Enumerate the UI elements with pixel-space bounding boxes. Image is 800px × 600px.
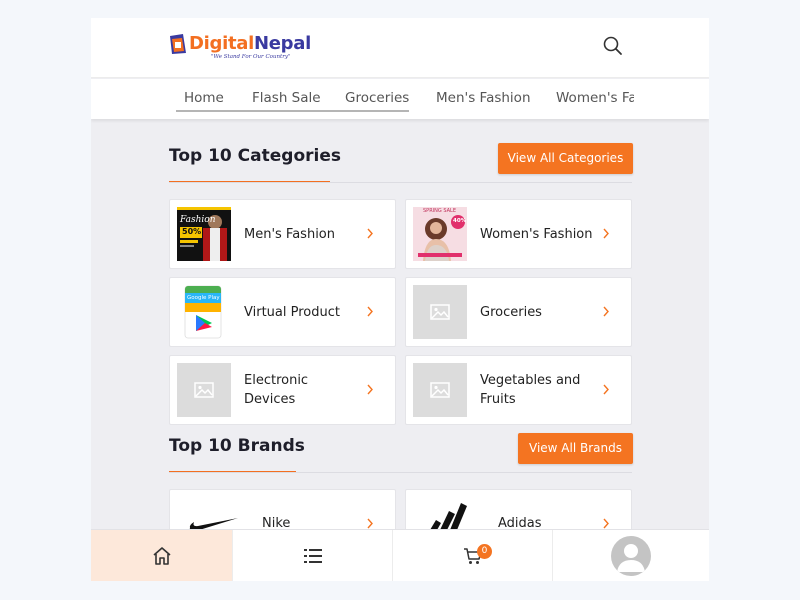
womens-fashion-thumb-discount: 40%	[453, 218, 467, 224]
category-nav: Home Flash Sale Groceries Men's Fashion …	[91, 79, 709, 119]
category-label: Women's Fashion	[480, 226, 593, 242]
bottom-nav-home[interactable]	[91, 530, 233, 581]
electronic-devices-thumbnail	[177, 363, 231, 417]
logo-tagline: "We Stand For Our Country"	[211, 54, 291, 60]
chevron-right-icon	[603, 384, 609, 395]
image-placeholder-icon	[430, 382, 450, 398]
home-icon	[152, 547, 171, 565]
list-icon	[303, 549, 322, 563]
nav-item-womens-fashion[interactable]: Women's Fashion	[556, 90, 634, 106]
category-card-groceries[interactable]: Groceries	[405, 277, 632, 347]
category-card-mens-fashion[interactable]: Fashion 50% Men's Fashion	[169, 199, 396, 269]
category-label: Electronic Devices	[244, 373, 309, 407]
groceries-thumbnail	[413, 285, 467, 339]
bottom-nav-categories[interactable]	[233, 530, 393, 581]
view-all-categories-button[interactable]: View All Categories	[498, 143, 633, 174]
chevron-right-icon	[603, 228, 609, 239]
logo-word-nepal: Nepal	[254, 33, 311, 54]
category-nav-items: Home Flash Sale Groceries Men's Fashion …	[91, 79, 634, 119]
mens-fashion-thumb-discount: 50%	[182, 227, 202, 236]
nav-scroll-indicator[interactable]	[176, 110, 409, 112]
user-icon	[617, 544, 645, 572]
bottom-nav: 0	[91, 529, 709, 581]
image-placeholder-icon	[194, 382, 214, 398]
bottom-nav-cart[interactable]: 0	[393, 530, 553, 581]
categories-divider	[169, 182, 632, 183]
mens-fashion-thumbnail: Fashion 50%	[177, 207, 231, 261]
vegetables-fruits-thumbnail	[413, 363, 467, 417]
bottom-nav-account[interactable]	[553, 530, 709, 581]
category-label: Virtual Product	[244, 304, 340, 320]
nav-item-mens-fashion[interactable]: Men's Fashion	[436, 90, 531, 106]
category-label: Groceries	[480, 304, 542, 320]
google-play-thumb-label: Google Play	[187, 295, 220, 301]
mens-fashion-thumb-title: Fashion	[180, 215, 216, 225]
search-button[interactable]	[601, 34, 625, 58]
chevron-right-icon	[367, 228, 373, 239]
app-frame: DigitalNepal "We Stand For Our Country" …	[91, 18, 709, 581]
header: DigitalNepal "We Stand For Our Country"	[91, 18, 709, 78]
category-card-womens-fashion[interactable]: SPRING SALE 40% Women's Fashion	[405, 199, 632, 269]
chevron-right-icon	[603, 306, 609, 317]
image-placeholder-icon	[430, 304, 450, 320]
brands-divider	[169, 472, 632, 473]
category-card-vegetables-fruits[interactable]: Vegetables and Fruits	[405, 355, 632, 425]
brands-title: Top 10 Brands	[169, 436, 305, 456]
category-label: Men's Fashion	[244, 226, 335, 242]
logo-wordmark: DigitalNepal	[189, 33, 311, 54]
category-card-electronic-devices[interactable]: Electronic Devices	[169, 355, 396, 425]
nav-item-groceries[interactable]: Groceries	[345, 90, 409, 106]
category-label: Vegetables and Fruits	[480, 373, 581, 407]
adidas-logo	[430, 503, 467, 530]
nav-item-home[interactable]: Home	[184, 90, 224, 106]
categories-title: Top 10 Categories	[169, 146, 341, 166]
avatar	[611, 536, 651, 576]
womens-fashion-thumb-banner: SPRING SALE	[423, 208, 456, 214]
logo-mark-icon	[170, 34, 186, 54]
logo-word-digital: Digital	[189, 33, 254, 54]
virtual-product-thumbnail: Google Play	[177, 285, 231, 339]
chevron-right-icon	[367, 306, 373, 317]
view-all-brands-button[interactable]: View All Brands	[518, 433, 633, 464]
nav-item-flash-sale[interactable]: Flash Sale	[252, 90, 321, 106]
search-icon	[603, 36, 622, 55]
chevron-right-icon	[367, 384, 373, 395]
womens-fashion-thumbnail: SPRING SALE 40%	[413, 207, 467, 261]
cart-count-badge: 0	[477, 544, 492, 559]
category-card-virtual-product[interactable]: Google Play Virtual Product	[169, 277, 396, 347]
